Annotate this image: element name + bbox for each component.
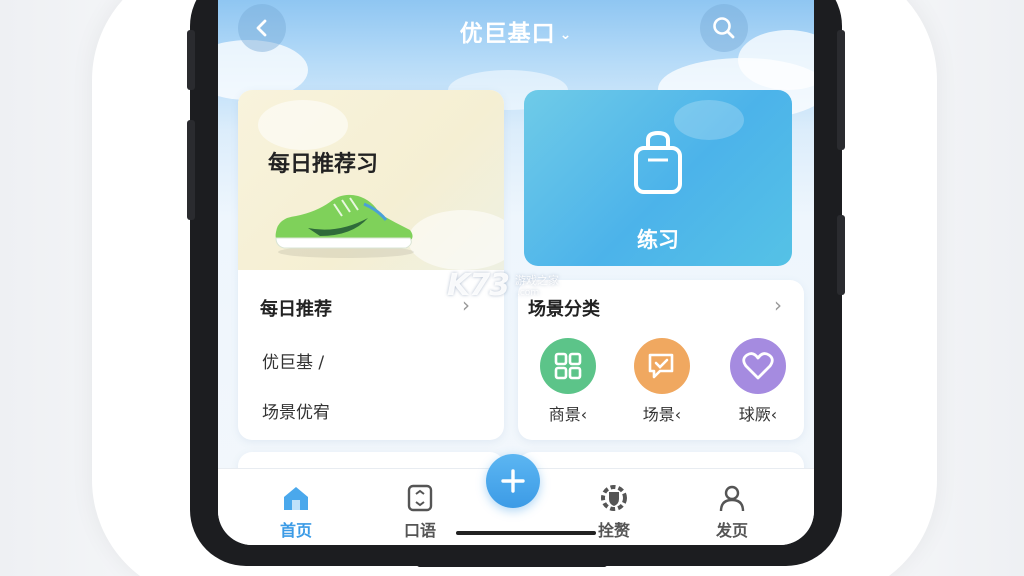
tab-label: 拴赘 — [597, 521, 630, 540]
app-screen: 优巨基口 ⌄ 每日推荐习 每日推荐 › 优巨基 / 场景优宥 练习 场景分类 ›… — [218, 0, 814, 545]
watermark-logo: K73 游戏之家 .com — [447, 268, 559, 303]
list-item[interactable]: 场景优宥 — [262, 398, 330, 423]
category-button-heart[interactable] — [730, 338, 786, 394]
top-bar: 优巨基口 ⌄ — [218, 0, 814, 60]
list-item[interactable]: 优巨基 / — [262, 348, 324, 373]
cloud-decoration — [258, 100, 348, 150]
tab-label: 首页 — [279, 521, 312, 540]
tab-home[interactable]: 首页 — [256, 481, 336, 541]
watermark-brand: K73 — [447, 268, 510, 303]
watermark-site: 游戏之家 — [515, 274, 559, 287]
sneaker-image — [275, 194, 414, 258]
cloud-decoration — [408, 210, 504, 270]
watermark-domain: .com — [517, 288, 540, 298]
side-button — [187, 30, 195, 90]
bottom-bar-decoration — [417, 562, 607, 567]
practice-card[interactable]: 练习 — [524, 90, 792, 266]
home-icon — [284, 487, 308, 510]
add-button[interactable] — [486, 454, 540, 508]
plus-icon — [501, 469, 525, 493]
chat-check-icon — [648, 353, 674, 379]
scene-category-title: 场景分类 — [528, 299, 600, 320]
chevron-down-icon: ⌄ — [559, 26, 573, 43]
page-title-text: 优巨基口 — [459, 21, 556, 47]
heart-icon — [742, 352, 774, 380]
tab-label: 发页 — [715, 521, 748, 540]
tab-profile[interactable]: 发页 — [692, 481, 772, 541]
hero-banner[interactable]: 每日推荐习 — [238, 90, 504, 270]
grid-icon — [554, 352, 582, 380]
bag-icon — [634, 130, 682, 194]
side-button — [837, 215, 845, 295]
home-indicator — [456, 531, 596, 535]
side-button — [837, 30, 845, 150]
daily-recommend-title: 每日推荐 — [260, 299, 332, 320]
document-icon — [407, 484, 433, 512]
gear-shield-icon — [601, 485, 627, 511]
side-button — [187, 120, 195, 220]
chevron-right-icon[interactable]: › — [774, 293, 782, 317]
category-button-grid[interactable] — [540, 338, 596, 394]
practice-label: 练习 — [637, 228, 679, 252]
tab-speaking[interactable]: 口语 — [380, 481, 460, 541]
search-button[interactable] — [700, 4, 748, 52]
tab-label: 口语 — [403, 521, 436, 540]
category-button-chat[interactable] — [634, 338, 690, 394]
category-label: 球厥‹ — [738, 405, 778, 424]
category-label: 商景‹ — [548, 405, 588, 424]
search-icon — [713, 17, 735, 39]
user-icon — [719, 485, 745, 512]
category-label: 场景‹ — [642, 405, 682, 424]
hero-title: 每日推荐习 — [268, 152, 379, 177]
